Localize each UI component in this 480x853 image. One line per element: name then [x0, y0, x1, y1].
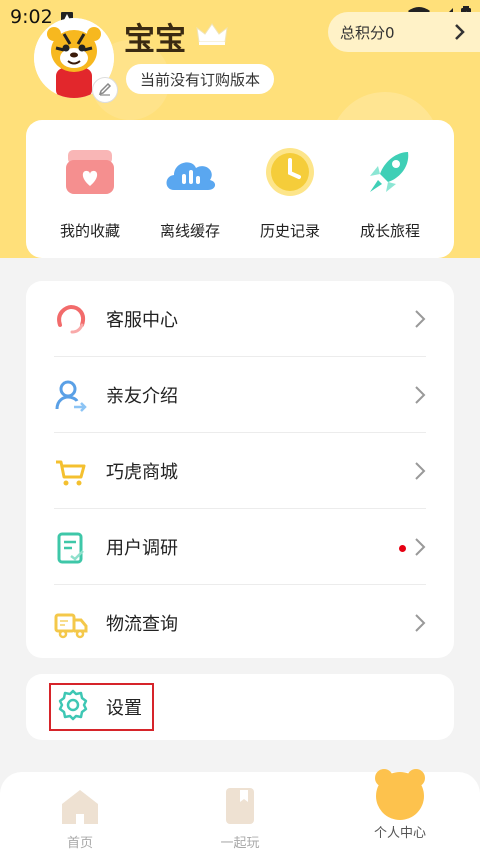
settings-label[interactable]: 设置: [106, 694, 142, 720]
pencil-icon: [98, 81, 112, 100]
cloud-bars-icon: [162, 144, 218, 200]
menu-list: 客服中心 亲友介绍 巧虎商城 用户调研 物流查询: [26, 281, 454, 658]
menu-item-label: 物流查询: [106, 614, 178, 635]
bottom-tab-bar: 首页 一起玩 个人中心: [0, 769, 480, 853]
quick-action-label: 成长旅程: [359, 222, 420, 240]
quick-action-growth-journey[interactable]: 成长旅程: [340, 144, 440, 241]
quick-action-offline-cache[interactable]: 离线缓存: [140, 144, 240, 241]
menu-item-customer-service[interactable]: 客服中心: [26, 281, 454, 357]
quick-actions-card: 我的收藏 离线缓存 历史记录 成长旅程: [26, 120, 454, 258]
quick-action-label: 历史记录: [259, 222, 320, 240]
tab-label: 一起玩: [220, 836, 260, 851]
survey-icon: [54, 531, 88, 565]
menu-item-label: 客服中心: [106, 310, 178, 331]
menu-item-label: 巧虎商城: [106, 462, 178, 483]
username: 宝宝: [124, 22, 186, 58]
rocket-icon: [362, 144, 418, 200]
cart-icon: [54, 455, 88, 489]
status-time: 9:02: [10, 6, 53, 28]
quick-action-label: 离线缓存: [159, 222, 220, 240]
chevron-right-icon: [454, 23, 466, 45]
crown-icon: [196, 22, 228, 50]
chevron-right-icon: [414, 461, 426, 485]
subscription-status[interactable]: 当前没有订购版本: [126, 64, 275, 94]
chevron-right-icon: [414, 385, 426, 409]
bear-face-icon: [372, 766, 428, 822]
points-label: 总积分0: [340, 23, 395, 42]
home-icon: [58, 786, 102, 826]
clock-icon: [262, 144, 318, 200]
tab-home[interactable]: 首页: [30, 772, 130, 851]
favorites-box-icon: [62, 144, 118, 200]
points-button[interactable]: 总积分0: [328, 12, 480, 52]
quick-action-label: 我的收藏: [59, 222, 120, 240]
menu-item-logistics[interactable]: 物流查询: [26, 585, 454, 661]
notification-dot: [399, 545, 406, 552]
tab-label: 首页: [66, 836, 93, 851]
chevron-right-icon: [414, 537, 426, 561]
menu-item-label: 亲友介绍: [106, 386, 178, 407]
truck-icon: [54, 607, 88, 641]
quick-action-history[interactable]: 历史记录: [240, 144, 340, 241]
gear-icon: [56, 688, 90, 726]
quick-action-favorites[interactable]: 我的收藏: [40, 144, 140, 241]
user-share-icon: [54, 379, 88, 413]
menu-item-store[interactable]: 巧虎商城: [26, 433, 454, 509]
tab-label: 个人中心: [373, 826, 426, 841]
menu-item-refer-friends[interactable]: 亲友介绍: [26, 357, 454, 433]
menu-item-user-survey[interactable]: 用户调研: [26, 509, 454, 585]
chevron-right-icon: [414, 613, 426, 637]
headset-icon: [54, 303, 88, 337]
menu-item-label: 用户调研: [106, 538, 178, 559]
play-icon: [218, 786, 262, 826]
chevron-right-icon: [414, 309, 426, 333]
edit-avatar-button[interactable]: [92, 77, 118, 103]
tab-profile[interactable]: 个人中心: [350, 769, 450, 841]
tab-play-together[interactable]: 一起玩: [190, 772, 290, 851]
